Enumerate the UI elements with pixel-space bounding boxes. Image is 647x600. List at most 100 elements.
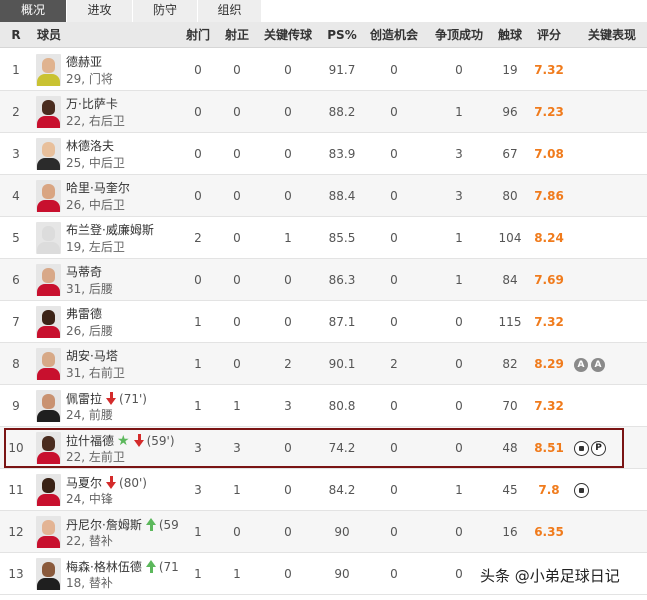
header-chances[interactable]: 创造机会 (364, 22, 424, 48)
rank-number: 10 (8, 441, 24, 455)
tab-organize[interactable]: 组织 (198, 0, 262, 22)
player-avatar (36, 306, 61, 338)
tab-attack[interactable]: 进攻 (67, 0, 133, 22)
table-row[interactable]: 10 拉什福德 ★ (59') 22, 左前卫 3 3 0 74.2 0 0 48 8.51 P (0, 427, 647, 469)
player-name[interactable]: 胡安·马塔 (66, 349, 118, 363)
cell-on-target: 1 (233, 399, 241, 413)
table-row[interactable]: 12 丹尼尔·詹姆斯 (59 22, 替补 1 0 0 90 0 0 16 6.35 (0, 511, 647, 553)
cell-pass-success: 88.2 (328, 105, 356, 119)
player-name-line[interactable]: 胡安·马塔 (66, 348, 118, 364)
sub-minute: (59 (158, 518, 179, 532)
table-row[interactable]: 5 布兰登·威廉姆斯 19, 左后卫 2 0 1 85.5 0 1 104 8.24 (0, 217, 647, 259)
cell-pass-success: 74.2 (328, 441, 356, 455)
player-avatar (36, 474, 61, 506)
avatar-head (42, 562, 55, 577)
header-player[interactable]: 球员 (34, 22, 64, 48)
player-name-line[interactable]: 佩雷拉 (71') (66, 390, 147, 406)
player-name-line[interactable]: 马蒂奇 (66, 264, 102, 280)
header-rating[interactable]: 评分 (532, 22, 566, 48)
player-name[interactable]: 拉什福德 (66, 434, 114, 448)
table-row[interactable]: 7 弗雷德 26, 后腰 1 0 0 87.1 0 0 115 7.32 (0, 301, 647, 343)
cell-pass-success: 85.5 (328, 231, 356, 245)
table-row[interactable]: 4 哈里·马奎尔 26, 中后卫 0 0 0 88.4 0 3 80 7.86 (0, 175, 647, 217)
cell-on-target: 1 (233, 483, 241, 497)
header-key-passes[interactable]: 关键传球 (258, 22, 318, 48)
player-name[interactable]: 马蒂奇 (66, 265, 102, 279)
sub-in-arrow-icon (145, 518, 157, 531)
player-name[interactable]: 佩雷拉 (66, 392, 102, 406)
header-pass-success[interactable]: PS% (322, 22, 362, 48)
assist-icon[interactable]: A (574, 357, 588, 372)
cell-shots: 1 (194, 357, 202, 371)
goal-ball-icon[interactable] (574, 441, 589, 456)
avatar-head (42, 58, 55, 73)
avatar-shirt (37, 200, 60, 212)
cell-aerials: 1 (455, 105, 463, 119)
cell-rating: 7.23 (534, 105, 564, 119)
goal-ball-icon[interactable] (574, 483, 589, 498)
watermark: 头条 @小弟足球日记 (480, 567, 620, 585)
player-name-line[interactable]: 哈里·马奎尔 (66, 180, 130, 196)
player-avatar (36, 432, 61, 464)
player-age-position: 24, 前腰 (66, 408, 113, 422)
player-name-line[interactable]: 丹尼尔·詹姆斯 (59 (66, 516, 179, 532)
cell-rating: 7.69 (534, 273, 564, 287)
rank-number: 3 (12, 147, 20, 161)
cell-key-passes: 0 (284, 189, 292, 203)
cell-shots: 3 (194, 441, 202, 455)
cell-chances: 0 (390, 273, 398, 287)
player-name-line[interactable]: 万·比萨卡 (66, 96, 118, 112)
cell-key-passes: 1 (284, 231, 292, 245)
table-row[interactable]: 8 胡安·马塔 31, 右前卫 1 0 2 90.1 2 0 82 8.29 A A (0, 343, 647, 385)
player-name-line[interactable]: 弗雷德 (66, 306, 102, 322)
rank-number: 1 (12, 63, 20, 77)
header-on-target[interactable]: 射正 (222, 22, 252, 48)
player-name[interactable]: 林德洛夫 (66, 139, 114, 153)
player-name[interactable]: 梅森·格林伍德 (66, 560, 142, 574)
player-age-position: 22, 左前卫 (66, 450, 125, 464)
player-name-line[interactable]: 梅森·格林伍德 (71 (66, 558, 179, 574)
player-name[interactable]: 哈里·马奎尔 (66, 181, 130, 195)
player-name-line[interactable]: 德赫亚 (66, 54, 102, 70)
table-row[interactable]: 9 佩雷拉 (71') 24, 前腰 1 1 3 80.8 0 0 70 7.32 (0, 385, 647, 427)
table-row[interactable]: 1 德赫亚 29, 门将 0 0 0 91.7 0 0 19 7.32 (0, 49, 647, 91)
player-name-line[interactable]: 马夏尔 (80') (66, 474, 147, 490)
player-avatar (36, 558, 61, 590)
player-name[interactable]: 布兰登·威廉姆斯 (66, 223, 154, 237)
avatar-shirt (37, 158, 60, 170)
header-key-events[interactable]: 关键表现 (582, 22, 642, 48)
cell-on-target: 0 (233, 147, 241, 161)
player-name[interactable]: 万·比萨卡 (66, 97, 118, 111)
cell-rating: 7.08 (534, 147, 564, 161)
table-header: R 球员 射门 射正 关键传球 PS% 创造机会 争顶成功 触球 评分 关键表现 (0, 22, 647, 48)
player-name[interactable]: 马夏尔 (66, 476, 102, 490)
table-row[interactable]: 3 林德洛夫 25, 中后卫 0 0 0 83.9 0 3 67 7.08 (0, 133, 647, 175)
player-name-line[interactable]: 布兰登·威廉姆斯 (66, 222, 154, 238)
rank-number: 7 (12, 315, 20, 329)
header-rank[interactable]: R (4, 22, 28, 48)
header-shots[interactable]: 射门 (183, 22, 213, 48)
cell-key-events: AA (574, 343, 634, 385)
avatar-shirt (37, 410, 60, 422)
player-avatar (36, 516, 61, 548)
table-row[interactable]: 6 马蒂奇 31, 后腰 0 0 0 86.3 0 1 84 7.69 (0, 259, 647, 301)
player-name[interactable]: 德赫亚 (66, 55, 102, 69)
header-touches[interactable]: 触球 (494, 22, 526, 48)
avatar-head (42, 268, 55, 283)
cell-key-events: P (574, 427, 634, 469)
assist-icon[interactable]: A (591, 357, 605, 372)
cell-pass-success: 90 (334, 525, 350, 539)
table-row[interactable]: 11 马夏尔 (80') 24, 中锋 3 1 0 84.2 0 1 45 7.8 (0, 469, 647, 511)
header-aerials[interactable]: 争顶成功 (428, 22, 490, 48)
tab-overview[interactable]: 概况 (0, 0, 67, 22)
player-avatar (36, 138, 61, 170)
player-name-line[interactable]: 林德洛夫 (66, 138, 114, 154)
player-age-position: 24, 中锋 (66, 492, 113, 506)
tab-defense[interactable]: 防守 (133, 0, 198, 22)
penalty-icon[interactable]: P (591, 441, 606, 456)
table-row[interactable]: 2 万·比萨卡 22, 右后卫 0 0 0 88.2 0 1 96 7.23 (0, 91, 647, 133)
player-name-line[interactable]: 拉什福德 ★ (59') (66, 432, 175, 449)
player-name[interactable]: 弗雷德 (66, 307, 102, 321)
player-name[interactable]: 丹尼尔·詹姆斯 (66, 518, 142, 532)
player-avatar (36, 222, 61, 254)
